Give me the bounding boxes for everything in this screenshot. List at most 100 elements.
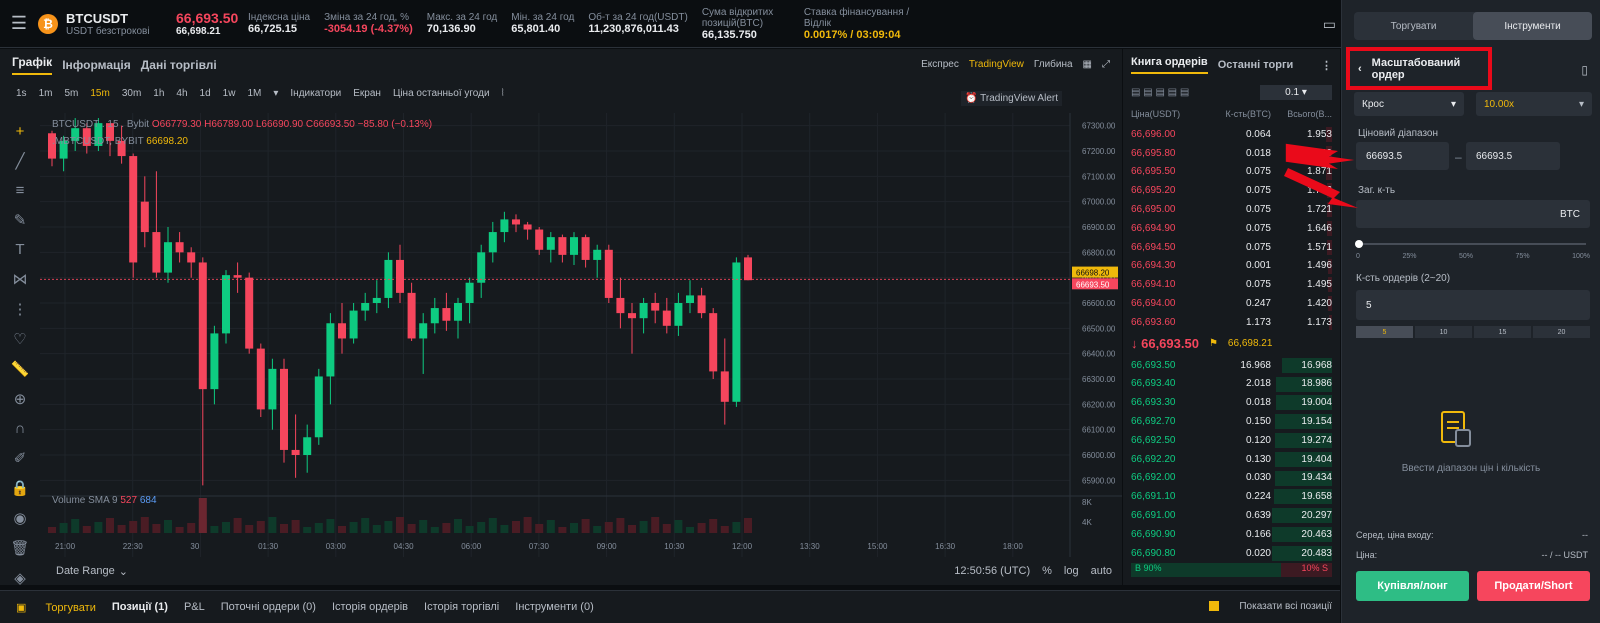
tab-info[interactable]: Інформація xyxy=(62,58,131,72)
percent-toggle[interactable]: % xyxy=(1042,565,1052,577)
tab-trade-bottom[interactable]: ▣ Торгувати xyxy=(16,601,96,614)
tab-trading-data[interactable]: Дані торгівлі xyxy=(141,58,217,72)
margin-mode-select[interactable]: Крос ▾ xyxy=(1354,92,1464,116)
tab-order-history[interactable]: Історія ордерів xyxy=(332,601,408,613)
ask-row[interactable]: 66,694.00 0.247 1.420 xyxy=(1123,294,1340,313)
interval-5m[interactable]: 5m xyxy=(64,88,78,99)
tab-chart[interactable]: Графік xyxy=(12,55,53,75)
ask-row[interactable]: 66,693.60 1.173 1.173 xyxy=(1123,313,1340,332)
trendline-icon[interactable]: ╱ xyxy=(15,152,24,170)
auto-toggle[interactable]: auto xyxy=(1091,565,1112,577)
interval-dropdown-icon[interactable]: ▾ xyxy=(273,88,278,99)
sell-short-button[interactable]: Продати/Short xyxy=(1477,571,1590,601)
preset-20[interactable]: 20 xyxy=(1533,326,1590,338)
bid-row[interactable]: 66,692.00 0.030 19.434 xyxy=(1123,469,1340,488)
layout-book-icon[interactable]: ▭ xyxy=(1323,16,1336,33)
tab-recent-trades[interactable]: Останні торги xyxy=(1218,59,1294,71)
log-toggle[interactable]: log xyxy=(1064,565,1079,577)
view-tradingview[interactable]: TradingView xyxy=(969,59,1024,70)
tab-tools[interactable]: Інструменти xyxy=(1473,12,1592,40)
bid-row[interactable]: 66,692.20 0.130 19.404 xyxy=(1123,450,1340,469)
preset-15[interactable]: 15 xyxy=(1474,326,1531,338)
price-to-input[interactable]: 66693.5 xyxy=(1466,142,1560,170)
bid-row[interactable]: 66,690.80 0.020 20.483 xyxy=(1123,544,1340,563)
symbol-selector[interactable]: BTCUSDT USDT безстрокові xyxy=(66,11,176,37)
ruler-icon[interactable]: 📏 xyxy=(11,360,30,378)
interval-1d[interactable]: 1d xyxy=(200,88,211,99)
ask-row[interactable]: 66,694.30 0.001 1.496 xyxy=(1123,257,1340,276)
menu-icon[interactable]: ☰ xyxy=(0,13,38,34)
grid-layout-icon[interactable]: ▦ xyxy=(1083,59,1092,70)
qty-slider[interactable] xyxy=(1355,240,1586,248)
tab-positions[interactable]: Позиції (1) xyxy=(112,601,168,613)
qty-input[interactable]: BTC xyxy=(1356,200,1590,228)
orders-count-input[interactable]: 5 xyxy=(1356,290,1590,320)
bid-row[interactable]: 66,691.00 0.639 20.297 xyxy=(1123,506,1340,525)
ask-row[interactable]: 66,694.10 0.075 1.495 xyxy=(1123,275,1340,294)
guide-book-icon[interactable]: ▯ xyxy=(1581,63,1588,77)
buy-long-button[interactable]: Купівля/лонг xyxy=(1356,571,1469,601)
more-icon[interactable]: ⋮ xyxy=(1321,59,1332,72)
date-range-button[interactable]: Date Range xyxy=(56,565,115,577)
lock-drawing-icon[interactable]: ✐ xyxy=(14,449,27,467)
screen-dropdown[interactable]: Екран xyxy=(353,88,381,99)
interval-4h[interactable]: 4h xyxy=(176,88,187,99)
interval-1s[interactable]: 1s xyxy=(16,88,27,99)
tab-trade-history[interactable]: Історія торгівлі xyxy=(424,601,499,613)
chevron-left-icon[interactable]: ‹ xyxy=(1358,63,1362,75)
interval-30m[interactable]: 30m xyxy=(122,88,141,99)
tab-instruments[interactable]: Інструменти (0) xyxy=(515,601,593,613)
tv-alert-button[interactable]: ⏰ TradingView Alert xyxy=(961,91,1062,106)
price-from-input[interactable]: 66693.5 xyxy=(1356,142,1449,170)
book-view-icons[interactable]: ▤ ▤ ▤ ▤ ▤ xyxy=(1131,87,1189,98)
slider-knob[interactable] xyxy=(1355,240,1363,248)
ask-row[interactable]: 66,694.90 0.075 1.646 xyxy=(1123,219,1340,238)
bid-row[interactable]: 66,690.90 0.166 20.463 xyxy=(1123,525,1340,544)
text-icon[interactable]: T xyxy=(15,241,24,258)
measure-tools-icon[interactable]: ⋮ xyxy=(13,300,28,318)
tab-trade[interactable]: Торгувати xyxy=(1354,12,1473,40)
interval-1M[interactable]: 1M xyxy=(247,88,261,99)
eye-icon[interactable]: ◉ xyxy=(13,509,26,527)
view-depth[interactable]: Глибина xyxy=(1034,59,1073,70)
magnet-icon[interactable]: ∩ xyxy=(15,420,26,437)
bid-row[interactable]: 66,693.30 0.018 19.004 xyxy=(1123,393,1340,412)
preset-5[interactable]: 5 xyxy=(1356,326,1413,338)
candlestick-chart[interactable]: 67300.00 67200.00 67100.00 67000.00 66900.00… xyxy=(40,113,1122,557)
bid-row[interactable]: 66,692.50 0.120 19.274 xyxy=(1123,431,1340,450)
volume-spike xyxy=(198,498,207,533)
tab-open-orders[interactable]: Поточні ордери (0) xyxy=(221,601,316,613)
volume-bar xyxy=(187,523,196,533)
preset-10[interactable]: 10 xyxy=(1415,326,1472,338)
leverage-select[interactable]: 10.00x ▾ xyxy=(1476,92,1592,116)
crosshair-icon[interactable]: + xyxy=(16,123,25,140)
interval-1m[interactable]: 1m xyxy=(39,88,53,99)
tab-orderbook[interactable]: Книга ордерів xyxy=(1131,56,1208,74)
brush-icon[interactable]: ✎ xyxy=(14,211,27,229)
tab-pnl[interactable]: P&L xyxy=(184,601,205,613)
scaled-order-title[interactable]: ‹ Масштабований ордер xyxy=(1346,47,1492,90)
utc-clock[interactable]: 12:50:56 (UTC) xyxy=(954,565,1030,577)
pattern-icon[interactable]: ⋈ xyxy=(13,270,28,288)
fib-icon[interactable]: ≡ xyxy=(16,182,25,199)
indicators-dropdown[interactable]: Індикатори xyxy=(290,88,341,99)
interval-1w[interactable]: 1w xyxy=(223,88,236,99)
interval-1h[interactable]: 1h xyxy=(153,88,164,99)
bid-row[interactable]: 66,693.50 16.968 16.968 xyxy=(1123,356,1340,375)
ask-row[interactable]: 66,694.50 0.075 1.571 xyxy=(1123,238,1340,257)
trash-icon[interactable]: 🗑 xyxy=(10,539,29,557)
show-all-positions[interactable]: Показати всі позиції xyxy=(1193,601,1332,612)
view-express[interactable]: Експрес xyxy=(921,59,959,70)
zoom-icon[interactable]: ⊕ xyxy=(14,390,27,408)
checkbox[interactable] xyxy=(1209,601,1220,612)
interval-15m[interactable]: 15m xyxy=(90,88,109,99)
price-source-dropdown[interactable]: Ціна останньої угоди xyxy=(393,88,490,99)
bid-row[interactable]: 66,693.40 2.018 18.986 xyxy=(1123,375,1340,394)
precision-select[interactable]: 0.1 ▾ xyxy=(1260,84,1332,100)
chart-type-icon[interactable]: ⦚ xyxy=(502,88,504,99)
bid-row[interactable]: 66,692.70 0.150 19.154 xyxy=(1123,412,1340,431)
fullscreen-icon[interactable]: ⤢ xyxy=(1102,59,1110,70)
bid-row[interactable]: 66,691.10 0.224 19.658 xyxy=(1123,487,1340,506)
lock-icon[interactable]: 🔒 xyxy=(11,479,30,497)
heart-icon[interactable]: ♡ xyxy=(13,330,26,348)
